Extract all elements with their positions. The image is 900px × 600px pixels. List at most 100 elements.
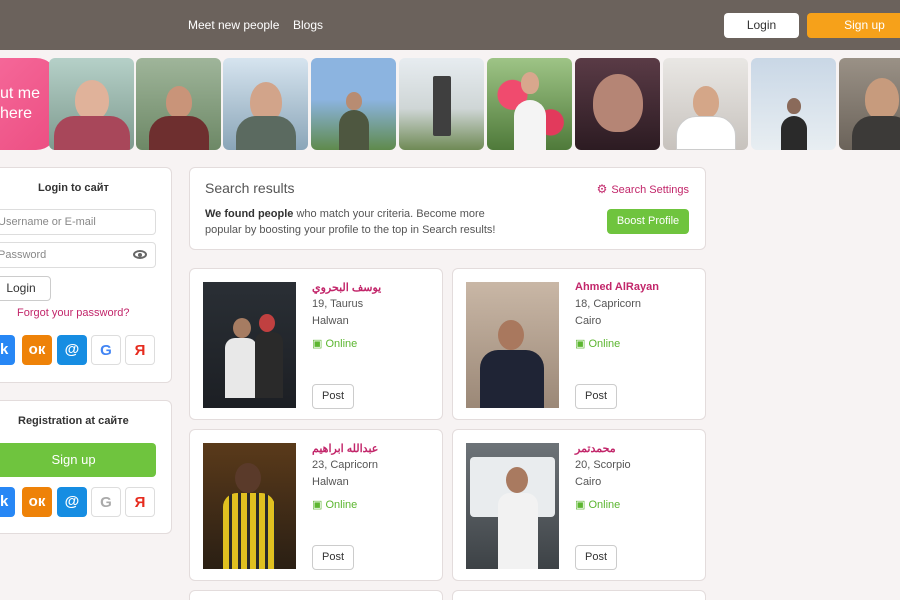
featured-member-thumb[interactable]	[839, 58, 900, 150]
avatar	[432, 76, 451, 136]
featured-member-thumb[interactable]	[663, 58, 748, 150]
password-input[interactable]: Password	[0, 242, 156, 268]
avatar	[233, 318, 251, 338]
avatar	[592, 74, 643, 132]
search-settings-label: Search Settings	[611, 184, 689, 196]
profile-card[interactable]: Ahmed AlRayan 18, Capricorn Cairo ▣ Onli…	[452, 268, 706, 420]
profile-photo[interactable]	[466, 443, 559, 569]
password-placeholder: Password	[0, 249, 47, 261]
search-found-bold: We found people	[205, 208, 294, 220]
avatar	[165, 86, 192, 118]
signup-button-top[interactable]: Sign up	[807, 13, 900, 38]
featured-member-thumb[interactable]	[311, 58, 396, 150]
profile-photo[interactable]	[466, 282, 559, 408]
profile-city: Cairo	[575, 476, 602, 488]
featured-member-thumb[interactable]	[751, 58, 836, 150]
avatar	[498, 320, 524, 350]
android-icon: ▣	[575, 338, 586, 350]
profile-photo[interactable]	[203, 282, 296, 408]
profile-name[interactable]: عبدالله ابراهيم	[312, 442, 378, 455]
search-results-description: We found people who match your criteria.…	[205, 206, 505, 238]
google-login-icon[interactable]: G	[91, 335, 121, 365]
avatar-body	[780, 116, 807, 150]
avatar-body	[255, 332, 283, 398]
profile-city: Halwan	[312, 476, 349, 488]
online-status-label: Online	[588, 338, 621, 350]
search-results-title: Search results	[205, 180, 295, 196]
mail-signup-icon[interactable]: @	[57, 487, 87, 517]
featured-members-strip: ut me here	[0, 58, 900, 150]
search-settings-link[interactable]: ⚙ Search Settings	[597, 182, 689, 196]
vk-login-icon[interactable]: vk	[0, 335, 15, 365]
yandex-signup-icon[interactable]: Я	[125, 487, 155, 517]
avatar-body	[498, 493, 538, 569]
avatar	[692, 86, 719, 118]
avatar	[506, 467, 528, 493]
post-button[interactable]: Post	[575, 545, 617, 570]
post-button[interactable]: Post	[575, 384, 617, 409]
avatar-body	[223, 493, 275, 569]
profile-card[interactable]	[189, 590, 443, 600]
search-results-box: Search results ⚙ Search Settings We found…	[189, 167, 706, 250]
registration-panel-title: Registration at сайте	[18, 415, 129, 427]
avatar	[520, 72, 539, 94]
google-signup-icon[interactable]: G	[91, 487, 121, 517]
profile-card[interactable]	[452, 590, 706, 600]
yandex-login-icon[interactable]: Я	[125, 335, 155, 365]
avatar	[74, 80, 109, 120]
online-status: ▣ Online	[575, 337, 620, 350]
login-button[interactable]: Login	[0, 276, 51, 301]
avatar-body	[480, 350, 544, 408]
profile-name[interactable]: محمدتمر	[575, 442, 616, 455]
mail-login-icon[interactable]: @	[57, 335, 87, 365]
featured-member-thumb[interactable]	[487, 58, 572, 150]
featured-member-thumb[interactable]	[223, 58, 308, 150]
post-button[interactable]: Post	[312, 545, 354, 570]
login-panel: Login to сайт Username or E-mail Passwor…	[0, 167, 172, 383]
profile-age-sign: 18, Capricorn	[575, 298, 642, 310]
avatar	[345, 92, 362, 110]
profile-photo[interactable]	[203, 443, 296, 569]
profile-age-sign: 20, Scorpio	[575, 459, 631, 471]
signup-button[interactable]: Sign up	[0, 443, 156, 477]
registration-panel: Registration at сайте Sign up vk ок @ G …	[0, 400, 172, 534]
top-navigation-bar: Meet new people Blogs Login Sign up	[0, 0, 900, 50]
profile-name[interactable]: Ahmed AlRayan	[575, 281, 659, 293]
avatar-body	[513, 100, 546, 150]
username-input[interactable]: Username or E-mail	[0, 209, 156, 235]
online-status-label: Online	[588, 499, 621, 511]
online-status: ▣ Online	[312, 498, 357, 511]
avatar-body	[148, 116, 209, 150]
avatar-body	[338, 110, 369, 150]
login-panel-title: Login to сайт	[38, 182, 109, 194]
avatar-body	[235, 116, 296, 150]
show-password-icon[interactable]	[133, 250, 147, 259]
forgot-password-link[interactable]: Forgot your password?	[17, 307, 130, 319]
online-status: ▣ Online	[575, 498, 620, 511]
odnoklassniki-login-icon[interactable]: ок	[22, 335, 52, 365]
online-status-label: Online	[325, 499, 358, 511]
android-icon: ▣	[575, 499, 586, 511]
avatar-body	[53, 116, 130, 150]
avatar	[235, 463, 261, 493]
boost-profile-button[interactable]: Boost Profile	[607, 209, 689, 234]
avatar-body	[851, 116, 900, 150]
profile-card[interactable]: عبدالله ابراهيم 23, Capricorn Halwan ▣ O…	[189, 429, 443, 581]
odnoklassniki-signup-icon[interactable]: ок	[22, 487, 52, 517]
profile-card[interactable]: محمدتمر 20, Scorpio Cairo ▣ Online Post	[452, 429, 706, 581]
nav-meet-new-people[interactable]: Meet new people	[188, 18, 279, 32]
featured-member-thumb[interactable]	[575, 58, 660, 150]
post-button[interactable]: Post	[312, 384, 354, 409]
profile-city: Cairo	[575, 315, 602, 327]
profile-card[interactable]: يوسف البحروي 19, Taurus Halwan ▣ Online …	[189, 268, 443, 420]
login-button-top[interactable]: Login	[724, 13, 799, 38]
profile-name[interactable]: يوسف البحروي	[312, 281, 381, 294]
featured-member-thumb[interactable]	[49, 58, 134, 150]
profile-city: Halwan	[312, 315, 349, 327]
avatar	[259, 314, 275, 332]
gear-icon: ⚙	[596, 182, 608, 196]
nav-blogs[interactable]: Blogs	[293, 18, 323, 32]
featured-member-thumb[interactable]	[136, 58, 221, 150]
vk-signup-icon[interactable]: vk	[0, 487, 15, 517]
featured-member-thumb[interactable]	[399, 58, 484, 150]
